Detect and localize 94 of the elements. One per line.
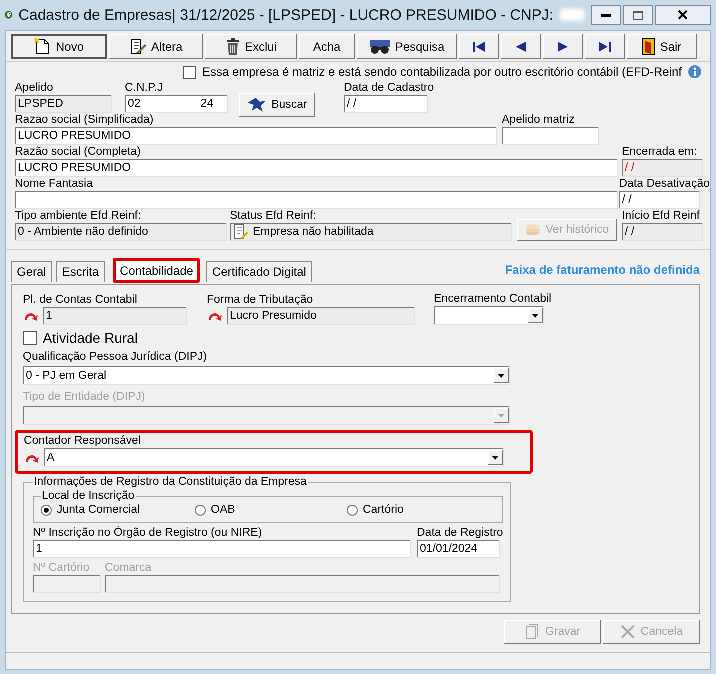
door-icon <box>642 38 656 56</box>
input-field[interactable]: Empresa não habilitada <box>230 223 512 241</box>
search-button[interactable]: Buscar <box>239 93 315 117</box>
input-field[interactable]: 01/01/2024 <box>417 540 500 558</box>
group-title: Local de Inscrição <box>41 490 136 502</box>
dropdown-field[interactable] <box>434 306 544 325</box>
input-field[interactable]: / / <box>622 223 703 241</box>
radio-button[interactable] <box>41 504 52 516</box>
previous-record-icon <box>515 40 527 52</box>
field-label: Nº Inscrição no Órgão de Registro (ou NIRE) <box>33 527 264 540</box>
radio-label: Cartório <box>363 504 404 516</box>
field-label: Tipo de Entidade (DIPJ) <box>23 391 146 404</box>
field-label: Contador Responsável <box>24 435 142 448</box>
toolbar-button[interactable] <box>459 34 499 59</box>
radio-button[interactable] <box>195 504 206 516</box>
field-label: Status Efd Reinf: <box>230 210 318 223</box>
input-field[interactable]: 1 <box>43 307 187 325</box>
field-label: Forma de Tributação <box>207 294 314 307</box>
input-field[interactable]: / / <box>344 95 428 113</box>
input-field[interactable]: 0 - Ambiente não definido <box>15 223 227 241</box>
toolbar-button[interactable] <box>585 34 625 59</box>
dropdown-field[interactable]: A <box>44 448 504 467</box>
group-title: Informações de Registro da Constituição da Empresa <box>33 476 308 488</box>
checkbox-label: Atividade Rural <box>43 330 138 346</box>
redaction-mark <box>560 9 585 21</box>
dropdown-field[interactable]: 0 - PJ em Geral <box>23 366 510 385</box>
field-label: Apelido <box>15 82 54 95</box>
field-label: Nº Cartório <box>33 562 91 575</box>
input-field[interactable]: / / <box>619 191 700 209</box>
dropdown-arrow-icon <box>492 456 499 460</box>
dropdown-arrow-icon <box>498 414 505 418</box>
close-icon <box>678 10 688 20</box>
minimize-button[interactable] <box>591 5 621 25</box>
next-record-icon <box>557 40 569 52</box>
field-label: Razão social (Completa) <box>15 146 142 159</box>
checkbox-label: Essa empresa é matriz e está sendo contabilizada por outro escritório contábil (EFD-Reinf <box>202 65 682 79</box>
checkbox[interactable] <box>183 66 196 78</box>
field-label: Data de Registro <box>417 527 504 540</box>
input-field[interactable] <box>502 127 599 145</box>
input-field[interactable]: LPSPED <box>15 95 112 113</box>
new-document-icon <box>34 38 52 56</box>
radio-button[interactable] <box>347 504 358 516</box>
maximize-button[interactable] <box>623 5 653 25</box>
dropdown-arrow-icon <box>498 374 505 378</box>
input-field[interactable]: Lucro Presumido <box>227 307 415 325</box>
radio-label: Junta Comercial <box>57 504 140 516</box>
toolbar-button[interactable]: Sair <box>627 34 697 59</box>
field-label: Data de Cadastro <box>344 82 434 95</box>
toolbar-button[interactable]: Pesquisa <box>357 34 457 59</box>
tab[interactable]: Escrita <box>56 261 106 282</box>
field-label: Encerrada em: <box>622 146 698 159</box>
field-label: Comarca <box>105 562 153 575</box>
field-label: Início Efd Reinf <box>622 210 701 223</box>
maximize-icon <box>633 10 643 20</box>
toolbar-button[interactable]: Altera <box>109 34 203 59</box>
toolbar-button[interactable]: Acha <box>299 34 355 59</box>
input-field[interactable]: 1 <box>33 540 411 558</box>
field-label: Pl. de Contas Contabil <box>23 294 138 307</box>
field-label: Qualificação Pessoa Jurídica (DIPJ) <box>23 351 208 364</box>
close-button[interactable] <box>655 5 711 25</box>
field-label: Apelido matriz <box>502 114 576 127</box>
coins-icon <box>524 224 541 236</box>
save-icon <box>524 624 540 640</box>
info-icon[interactable] <box>688 65 702 79</box>
tab[interactable]: Certificado Digital <box>206 261 312 282</box>
input-field[interactable]: LUCRO PRESUMIDO <box>15 159 618 177</box>
minimize-icon <box>601 14 611 16</box>
toolbar-button[interactable] <box>501 34 541 59</box>
radio-label: OAB <box>211 504 236 516</box>
field-label: Encerramento Contabil <box>434 293 552 306</box>
tab[interactable]: Contabilidade <box>113 258 200 283</box>
field-label: C.N.P.J <box>125 82 164 95</box>
toolbar-button[interactable]: Novo <box>11 34 107 59</box>
field-label: Razao social (Simplificada) <box>15 114 155 127</box>
input-field[interactable]: 02 24 <box>125 95 228 113</box>
dropdown-arrow-icon <box>532 314 539 318</box>
last-record-icon <box>598 40 612 52</box>
cancel-icon <box>620 624 636 640</box>
checkbox[interactable] <box>23 331 37 345</box>
input-field[interactable] <box>15 191 618 209</box>
input-field[interactable]: / / <box>622 159 703 177</box>
document-pen-icon <box>233 224 249 240</box>
toolbar-button[interactable] <box>543 34 583 59</box>
tab[interactable]: Geral <box>11 261 52 282</box>
revenue-notice: Faixa de faturamento não definida <box>505 263 700 277</box>
first-record-icon <box>472 40 486 52</box>
field-label: Tipo ambiente Efd Reinf: <box>15 210 142 223</box>
window-title: Cadastro de Empresas| 31/12/2025 - [LPSPED] - LUCRO PRESUMIDO - CNPJ: <box>18 6 554 24</box>
toolbar-button[interactable]: Exclui <box>205 34 297 59</box>
field-label: Nome Fantasia <box>15 178 94 191</box>
input-field[interactable]: LUCRO PRESUMIDO <box>15 127 497 145</box>
field-label: Data Desativação <box>619 178 710 191</box>
trash-icon <box>224 38 241 56</box>
edit-document-icon <box>129 38 148 56</box>
